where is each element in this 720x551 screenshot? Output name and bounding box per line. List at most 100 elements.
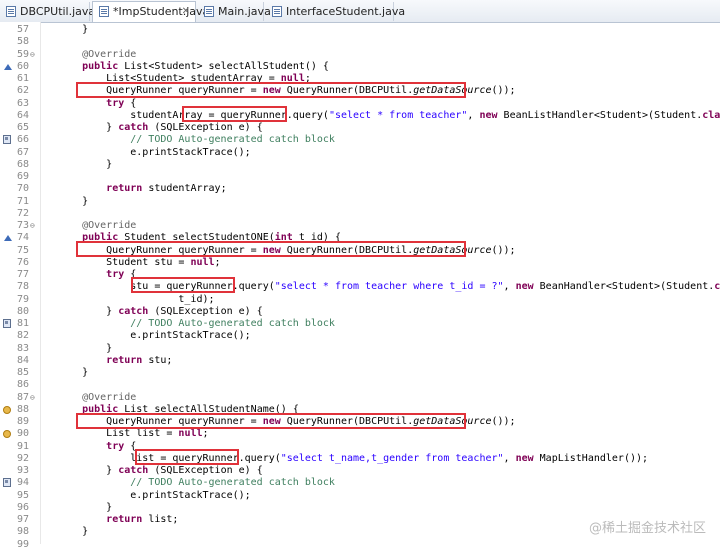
code-token: } bbox=[58, 24, 89, 35]
code-token: new bbox=[515, 281, 534, 293]
code-line[interactable]: 95 e.printStackTrace(); bbox=[0, 490, 720, 502]
line-number: 88 bbox=[16, 403, 29, 415]
fold-toggle-icon[interactable]: ⊖ bbox=[30, 393, 35, 403]
code-line[interactable]: 78 stu = queryRunner.query("select * fro… bbox=[0, 281, 720, 293]
code-line[interactable]: 92 list = queryRunner.query("select t_na… bbox=[0, 453, 720, 465]
code-text: try { bbox=[58, 269, 136, 281]
java-file-icon bbox=[272, 6, 282, 17]
code-text: @Override bbox=[58, 49, 136, 61]
line-number: 96 bbox=[16, 501, 29, 513]
code-line[interactable]: 67 e.printStackTrace(); bbox=[0, 147, 720, 159]
code-token: } bbox=[58, 342, 113, 354]
code-line[interactable]: 70 return studentArray; bbox=[0, 183, 720, 195]
code-token: } bbox=[58, 501, 113, 513]
code-line[interactable]: 68 } bbox=[0, 159, 720, 171]
code-line[interactable]: 93 } catch (SQLException e) { bbox=[0, 465, 720, 477]
code-line[interactable]: 84 return stu; bbox=[0, 355, 720, 367]
code-line[interactable]: 58 bbox=[0, 36, 720, 48]
code-line[interactable]: 72 bbox=[0, 208, 720, 220]
line-number: 62 bbox=[16, 85, 29, 97]
code-line[interactable]: 94 // TODO Auto-generated catch block bbox=[0, 477, 720, 489]
highlight-box-queryrunner-89 bbox=[76, 413, 466, 429]
highlight-box-queryrunner-62 bbox=[76, 82, 466, 98]
code-line[interactable]: 86 bbox=[0, 379, 720, 391]
code-token: catch bbox=[118, 305, 149, 317]
code-text: } bbox=[58, 24, 88, 36]
line-number: 93 bbox=[16, 465, 29, 476]
code-line[interactable]: 80 } catch (SQLException e) { bbox=[0, 306, 720, 318]
tab-impstudent[interactable]: *ImpStudent.java ✕ bbox=[92, 1, 209, 22]
code-text: try { bbox=[58, 441, 136, 453]
code-line[interactable]: 91 try { bbox=[0, 441, 720, 453]
code-token: } bbox=[58, 158, 113, 170]
code-token: // TODO Auto-generated catch block bbox=[130, 134, 335, 146]
fold-toggle-icon[interactable]: ⊖ bbox=[30, 221, 35, 231]
code-text: // TODO Auto-generated catch block bbox=[58, 318, 335, 330]
code-line[interactable]: 76 Student stu = null; bbox=[0, 257, 720, 269]
line-number: 72 bbox=[16, 207, 29, 219]
line-number: 82 bbox=[16, 330, 29, 342]
code-line[interactable]: 82 e.printStackTrace(); bbox=[0, 330, 720, 342]
code-token: } bbox=[58, 526, 89, 538]
code-line[interactable]: 66 // TODO Auto-generated catch block bbox=[0, 134, 720, 146]
fold-toggle-icon[interactable]: ⊖ bbox=[30, 50, 35, 60]
line-number: 74 bbox=[16, 232, 29, 244]
highlight-box-query-78 bbox=[131, 277, 235, 293]
code-token: MapListHandler()); bbox=[533, 452, 649, 464]
code-line[interactable]: 85 } bbox=[0, 367, 720, 379]
close-icon[interactable]: ✕ bbox=[182, 2, 190, 21]
code-text: try { bbox=[58, 98, 136, 110]
code-text: e.printStackTrace(); bbox=[58, 490, 250, 502]
code-token: Student stu = bbox=[58, 256, 191, 268]
code-line[interactable]: 79 t_id); bbox=[0, 294, 720, 306]
code-line[interactable]: 57 } bbox=[0, 24, 720, 36]
code-line[interactable]: 73 ⊖ @Override bbox=[0, 220, 720, 232]
code-line[interactable]: 65 } catch (SQLException e) { bbox=[0, 122, 720, 134]
line-number: 65 bbox=[16, 122, 29, 133]
code-text: // TODO Auto-generated catch block bbox=[58, 477, 335, 489]
code-text: studentArray = queryRunner.query("select… bbox=[58, 110, 720, 122]
tab-dbcputil[interactable]: DBCPUtil.java bbox=[0, 2, 95, 21]
code-text: return list; bbox=[58, 514, 178, 526]
code-text: } bbox=[58, 196, 88, 208]
line-number: 77 bbox=[16, 269, 29, 280]
tab-main[interactable]: Main.java bbox=[198, 2, 271, 21]
code-line[interactable]: 60 public List<Student> selectAllStudent… bbox=[0, 61, 720, 73]
code-line[interactable]: 63 try { bbox=[0, 98, 720, 110]
code-text: @Override bbox=[58, 392, 136, 404]
code-line[interactable]: 59 ⊖ @Override bbox=[0, 49, 720, 61]
code-line[interactable]: 69 bbox=[0, 171, 720, 183]
code-text: return studentArray; bbox=[58, 183, 226, 195]
line-number: 79 bbox=[16, 293, 29, 305]
line-number: 68 bbox=[16, 158, 29, 170]
code-line[interactable]: 83 } bbox=[0, 343, 720, 355]
line-number: 91 bbox=[16, 440, 29, 452]
code-line[interactable]: 90 List list = null; bbox=[0, 428, 720, 440]
line-number: 98 bbox=[16, 526, 29, 538]
code-token: new bbox=[479, 109, 498, 121]
tab-label: *ImpStudent.java bbox=[113, 5, 210, 18]
tab-interfacestudent[interactable]: InterfaceStudent.java bbox=[266, 2, 405, 21]
code-line[interactable]: 87 ⊖ @Override bbox=[0, 392, 720, 404]
code-token: (SQLException e) { bbox=[148, 465, 263, 476]
java-file-icon bbox=[204, 6, 214, 17]
code-text: } catch (SQLException e) { bbox=[58, 306, 263, 318]
java-file-icon bbox=[99, 6, 109, 17]
code-line[interactable]: 77 try { bbox=[0, 269, 720, 281]
code-token: public bbox=[82, 60, 119, 72]
code-line[interactable]: 96 } bbox=[0, 502, 720, 514]
line-number: 73 bbox=[16, 220, 29, 231]
code-text: } bbox=[58, 343, 112, 355]
code-line[interactable]: 81 // TODO Auto-generated catch block bbox=[0, 318, 720, 330]
line-number: 67 bbox=[16, 146, 29, 158]
highlight-box-query-64 bbox=[182, 106, 287, 122]
code-token: (SQLException e) { bbox=[148, 122, 263, 133]
code-token: @Override bbox=[58, 220, 137, 231]
code-token: ()); bbox=[491, 244, 516, 256]
line-number: 63 bbox=[16, 97, 29, 109]
code-line[interactable]: 71 } bbox=[0, 196, 720, 208]
code-line[interactable]: 99 bbox=[0, 539, 720, 551]
code-line[interactable]: 64 studentArray = queryRunner.query("sel… bbox=[0, 110, 720, 122]
